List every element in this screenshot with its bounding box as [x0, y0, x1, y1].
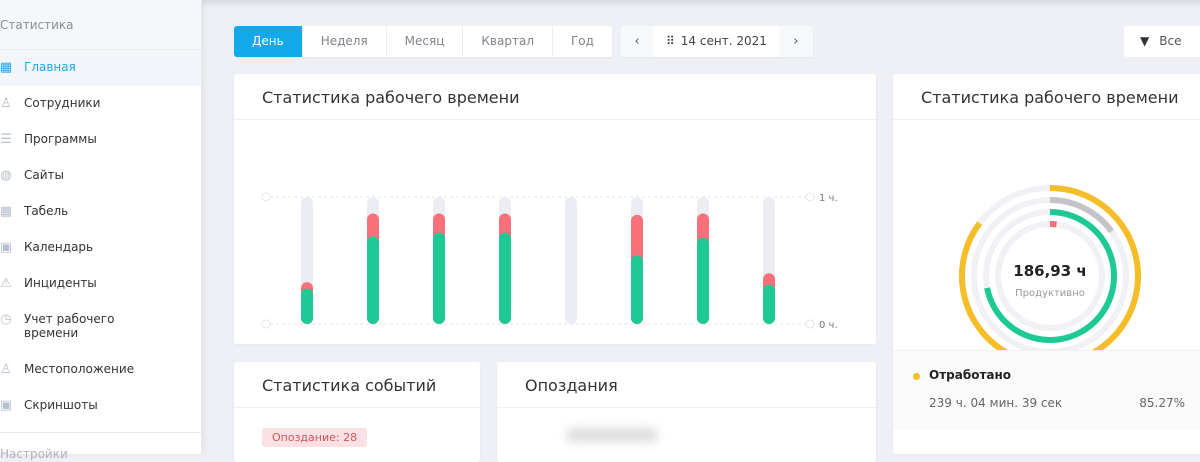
- filter-icon: ▼: [1140, 34, 1149, 48]
- sidebar-item-2[interactable]: ☰ Программы: [0, 122, 201, 158]
- calendar-icon: ▣: [0, 240, 14, 256]
- warning-icon: ⚠: [0, 276, 14, 292]
- y-tick-label: 1 ч.: [819, 193, 838, 204]
- card-title: Статистика рабочего времени: [893, 74, 1200, 120]
- y-tick-label: 0 ч.: [819, 320, 838, 331]
- donut-label: Продуктивно: [1015, 288, 1085, 299]
- donut-value: 186,93 ч: [1013, 262, 1086, 280]
- filter-button[interactable]: ▼ Все: [1124, 26, 1200, 57]
- top-bar: [200, 0, 1200, 8]
- sidebar-item-label: Главная: [24, 60, 76, 74]
- stopwatch-icon: ◷: [0, 312, 14, 328]
- sidebar-item-label: Табель: [24, 204, 68, 218]
- legend-worked: Отработано 239 ч. 04 мин. 39 сек 85.27%: [893, 350, 1200, 430]
- work-stats-donut-card: Статистика рабочего времени 186,93 ч Про…: [893, 74, 1200, 454]
- calendar-grid-icon: ⠿: [666, 34, 675, 48]
- sidebar-item-label: Программы: [24, 132, 97, 146]
- events-card: Статистика событий Опоздание: 28: [234, 362, 480, 462]
- bar-track: [565, 197, 577, 324]
- sidebar-item-label: Календарь: [24, 240, 93, 254]
- period-tab-1[interactable]: Неделя: [303, 26, 387, 57]
- sidebar: Статистика ▦ Главная ♙ Сотрудники ☰ Программы…: [0, 0, 202, 454]
- period-tab-3[interactable]: Квартал: [463, 26, 553, 57]
- sidebar-item-7[interactable]: ◷ Учет рабочего времени: [0, 302, 201, 352]
- date-picker[interactable]: ⠿ 14 сент. 2021: [654, 26, 779, 57]
- donut-chart: 186,93 ч Продуктивно: [893, 120, 1200, 350]
- bar-productive: [367, 236, 379, 324]
- legend-value: 239 ч. 04 мин. 39 сек: [929, 396, 1062, 410]
- sidebar-section-settings[interactable]: Настройки: [0, 432, 202, 461]
- filter-label: Все: [1159, 34, 1181, 48]
- date-label: 14 сент. 2021: [681, 34, 767, 48]
- sidebar-item-0[interactable]: ▦ Главная: [0, 50, 201, 86]
- location-user-icon: ♙: [0, 362, 14, 378]
- globe-icon: ◍: [0, 168, 14, 184]
- sidebar-item-label: Скриншоты: [24, 398, 98, 412]
- card-title: Статистика событий: [234, 362, 480, 408]
- grid-dot: [806, 320, 814, 328]
- sidebar-item-6[interactable]: ⚠ Инциденты: [0, 266, 201, 302]
- late-badge[interactable]: Опоздание: 28: [262, 428, 367, 447]
- grid-dot: [262, 320, 270, 328]
- legend-name: Отработано: [929, 368, 1011, 382]
- bar-productive: [301, 288, 313, 324]
- grid-dot: [262, 193, 270, 201]
- work-stats-card: Статистика рабочего времени 1 ч.0 ч.9 ч.…: [234, 74, 876, 344]
- bar-productive: [631, 255, 643, 324]
- period-tab-0[interactable]: День: [234, 26, 303, 57]
- sidebar-item-4[interactable]: ▦ Табель: [0, 194, 201, 230]
- card-title: Статистика рабочего времени: [234, 74, 876, 120]
- sidebar-item-3[interactable]: ◍ Сайты: [0, 158, 201, 194]
- sidebar-item-label: Инциденты: [24, 276, 97, 290]
- bar-productive: [697, 238, 709, 324]
- bar-productive: [499, 233, 511, 324]
- card-title: Опоздания: [497, 362, 876, 408]
- legend-dot: [913, 373, 920, 380]
- period-tab-2[interactable]: Месяц: [387, 26, 464, 57]
- late-card: Опоздания: [497, 362, 876, 462]
- screenshot-icon: ▣: [0, 398, 14, 414]
- apps-icon: ☰: [0, 132, 14, 148]
- table-icon: ▦: [0, 204, 14, 220]
- sidebar-item-9[interactable]: ▣ Скриншоты: [0, 388, 201, 424]
- user-icon: ♙: [0, 96, 14, 112]
- date-navigator: ‹ ⠿ 14 сент. 2021 ›: [620, 26, 813, 57]
- sidebar-item-5[interactable]: ▣ Календарь: [0, 230, 201, 266]
- prev-date-button[interactable]: ‹: [620, 26, 654, 57]
- period-tab-4[interactable]: Год: [553, 26, 613, 57]
- bar-productive: [433, 233, 445, 324]
- legend-percent: 85.27%: [1139, 396, 1185, 410]
- sidebar-item-label: Учет рабочего времени: [24, 312, 134, 340]
- sidebar-item-label: Сотрудники: [24, 96, 100, 110]
- sidebar-item-1[interactable]: ♙ Сотрудники: [0, 86, 201, 122]
- period-selector: ДеньНеделяМесяцКварталГод: [234, 26, 613, 57]
- sidebar-item-label: Местоположение: [24, 362, 134, 376]
- sidebar-section-title: Статистика: [0, 0, 201, 50]
- sidebar-item-8[interactable]: ♙ Местоположение: [0, 352, 201, 388]
- hourly-bar-chart: 1 ч.0 ч.9 ч.10 ч.11 ч.12 ч.13 ч.14 ч.15 …: [234, 120, 876, 344]
- sidebar-item-label: Сайты: [24, 168, 64, 182]
- next-date-button[interactable]: ›: [779, 26, 813, 57]
- grid-dot: [806, 193, 814, 201]
- dashboard-icon: ▦: [0, 60, 14, 76]
- blurred-content: [567, 428, 657, 442]
- bar-productive: [763, 285, 775, 324]
